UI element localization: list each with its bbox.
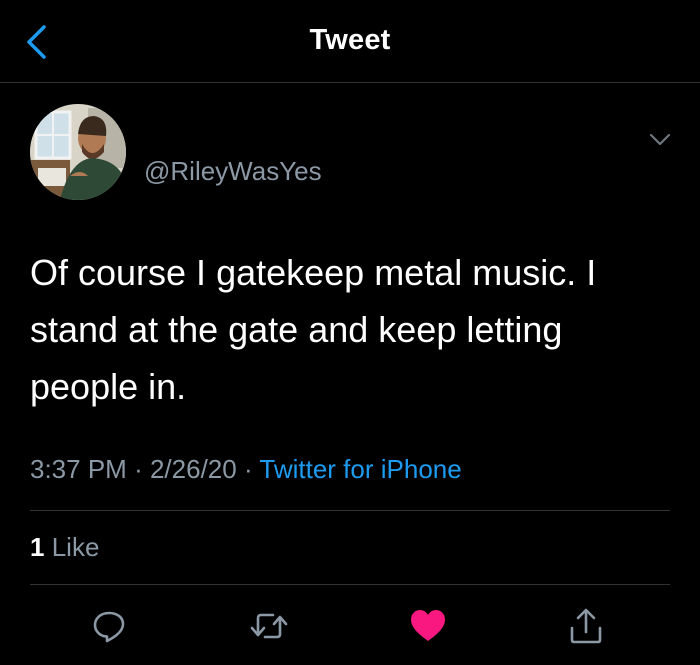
reply-icon [93,611,125,643]
reply-button[interactable] [89,606,129,646]
heart-icon [411,610,445,641]
avatar[interactable] [30,104,126,200]
share-button[interactable] [566,606,606,646]
meta-separator: · [134,454,143,484]
likes-stat[interactable]: 1 Like [30,532,99,563]
avatar-photo [30,104,126,200]
page-title: Tweet [309,24,391,56]
chevron-down-icon [649,133,671,146]
retweet-button[interactable] [249,606,289,646]
retweet-icon [250,613,288,639]
tweet-author: @RileyWasYes [30,104,671,204]
tweet-text: Of course I gatekeep metal music. I stan… [30,252,597,407]
divider [30,510,670,511]
likes-count: 1 [30,532,45,562]
like-button[interactable] [408,606,448,646]
top-bar: Tweet [0,0,700,83]
tweet-date: 2/26/20 [149,454,237,484]
share-icon [570,608,602,644]
user-handle[interactable]: @RileyWasYes [144,156,322,187]
likes-label: Like [51,532,100,562]
tweet-meta: 3:37 PM · 2/26/20 · Twitter for iPhone [30,454,462,485]
tweet-source-link[interactable]: Twitter for iPhone [259,454,461,484]
more-options-button[interactable] [646,128,674,152]
tweet-actions [0,600,700,652]
tweet-time: 3:37 PM [30,454,127,484]
meta-separator: · [243,454,253,484]
divider [30,584,670,585]
